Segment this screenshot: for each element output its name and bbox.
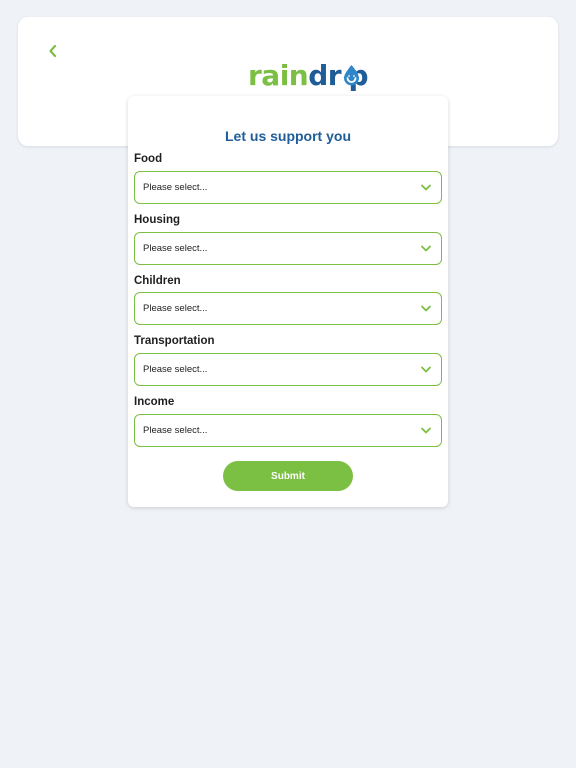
transportation-label: Transportation (134, 335, 215, 347)
logo-text-rain: rain (248, 58, 309, 92)
housing-label: Housing (134, 214, 180, 226)
chevron-down-icon (420, 303, 432, 315)
form-title: Let us support you (225, 128, 351, 144)
housing-select-value: Please select... (143, 243, 208, 254)
back-button[interactable] (44, 42, 62, 60)
children-label: Children (134, 275, 181, 287)
food-label: Food (134, 153, 163, 165)
transportation-select[interactable]: Please select... (134, 353, 442, 386)
transportation-select-value: Please select... (143, 364, 208, 375)
logo-text-dr: dr (308, 58, 342, 92)
income-select[interactable]: Please select... (134, 414, 442, 447)
food-select[interactable]: Please select... (134, 171, 442, 204)
chevron-down-icon (420, 182, 432, 194)
income-select-value: Please select... (143, 425, 208, 436)
children-select-value: Please select... (143, 303, 208, 314)
water-drop-icon (342, 65, 360, 86)
support-form: Let us support you Food Please select...… (128, 96, 448, 507)
chevron-down-icon (420, 243, 432, 255)
housing-select[interactable]: Please select... (134, 232, 442, 265)
income-label: Income (134, 396, 175, 408)
raindrop-logo: raindr p (248, 57, 368, 93)
chevron-left-icon (49, 44, 57, 58)
chevron-down-icon (420, 364, 432, 376)
chevron-down-icon (420, 425, 432, 437)
children-select[interactable]: Please select... (134, 292, 442, 325)
submit-button[interactable]: Submit (223, 461, 353, 491)
food-select-value: Please select... (143, 182, 208, 193)
